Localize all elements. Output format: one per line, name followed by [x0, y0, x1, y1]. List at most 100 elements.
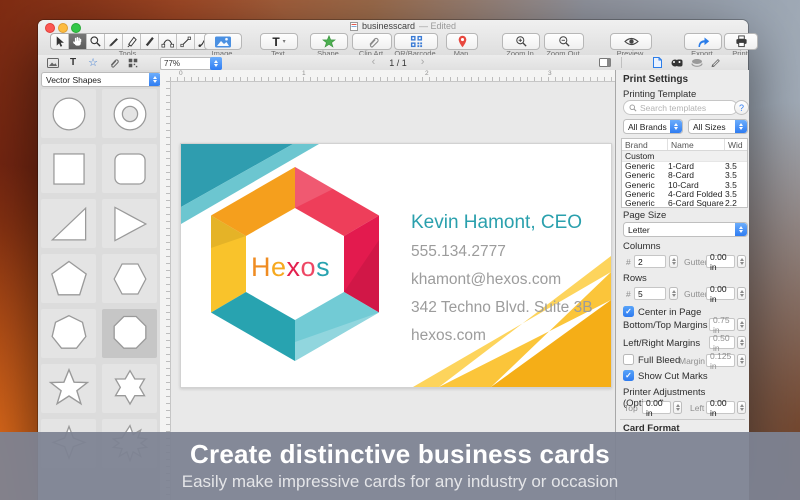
full-bleed-margin-stepper[interactable]: [737, 354, 746, 367]
card-artwork: Hexos Kevin Hamont, CEO 555.134.2777 kha…: [181, 144, 611, 387]
full-bleed-margin-value: 0.125 in: [710, 350, 732, 371]
shape-circle[interactable]: [41, 89, 96, 138]
left-right-margins-field[interactable]: 0.50 in: [709, 333, 735, 353]
shape-square[interactable]: [41, 144, 96, 193]
show-cut-marks-checkbox[interactable]: ✓: [623, 370, 634, 381]
shape-octagon[interactable]: [102, 309, 157, 358]
zoom-level-dropdown-button[interactable]: [210, 56, 222, 70]
marker-tool-icon[interactable]: [141, 34, 159, 49]
full-bleed-margin-field[interactable]: 0.125 in: [706, 351, 735, 371]
banner-title: Create distinctive business cards: [190, 439, 610, 469]
panel-toggle-icon[interactable]: [598, 56, 612, 69]
export-button[interactable]: [684, 33, 722, 50]
columns-gutter-field[interactable]: 0.00 in: [706, 252, 735, 272]
pen-tool-icon[interactable]: [123, 34, 141, 49]
template-table-row[interactable]: Generic 4-Card Folded 3.5: [622, 189, 747, 199]
insert-shape-icon[interactable]: ☆: [86, 56, 100, 69]
shape-hexagon[interactable]: [102, 254, 157, 303]
shape-pentagon[interactable]: [41, 254, 96, 303]
clip-art-button[interactable]: [352, 33, 392, 50]
card-phone: 555.134.2777: [411, 243, 506, 260]
shape-donut[interactable]: [102, 89, 157, 138]
banner-subtitle: Easily make impressive cards for any ind…: [181, 472, 619, 491]
zoom-level-field[interactable]: 77%: [160, 56, 212, 70]
zoom-window-button[interactable]: [71, 23, 81, 33]
insert-image-icon[interactable]: [46, 56, 60, 69]
layers-tab-icon[interactable]: [690, 56, 704, 69]
select-tool-icon[interactable]: [51, 34, 69, 49]
minimize-window-button[interactable]: [58, 23, 68, 33]
checkmark-icon: ✓: [625, 371, 632, 380]
zoom-tool-icon[interactable]: [87, 34, 105, 49]
bezier-tool-icon[interactable]: [159, 34, 177, 49]
template-search-input[interactable]: Search templates: [623, 100, 738, 115]
image-button[interactable]: [204, 33, 242, 50]
window-title: businesscard — Edited: [293, 21, 513, 31]
shape-library-dropdown-value: Vector Shapes: [46, 74, 102, 85]
insert-text-icon[interactable]: T: [66, 56, 80, 69]
rows-gutter-field[interactable]: 0.00 in: [706, 284, 735, 304]
rows-count-field[interactable]: 5: [634, 287, 666, 300]
clip-art-tab-icon[interactable]: [670, 56, 684, 69]
shape-library-dropdown[interactable]: Vector Shapes: [41, 72, 162, 87]
shape-button[interactable]: [310, 33, 348, 50]
pencil-tool-icon[interactable]: [105, 34, 123, 49]
bottom-top-margins-field[interactable]: 0.75 in: [709, 315, 735, 335]
zoom-out-button[interactable]: [544, 33, 584, 50]
edit-tab-icon[interactable]: [708, 56, 722, 69]
brands-dropdown[interactable]: All Brands: [623, 119, 683, 134]
shape-triangle[interactable]: [102, 199, 157, 248]
adjust-left-field[interactable]: 0.00 in: [706, 398, 735, 418]
template-table-row[interactable]: Generic 1-Card 3.5: [622, 161, 747, 171]
rows-gutter-stepper[interactable]: [737, 287, 746, 300]
left-right-margins-stepper[interactable]: [737, 336, 746, 349]
insert-clip-art-icon[interactable]: [106, 56, 120, 69]
zoom-in-button[interactable]: [502, 33, 540, 50]
columns-count-field[interactable]: 2: [634, 255, 666, 268]
bottom-top-margins-stepper[interactable]: [737, 318, 746, 331]
previous-page-icon[interactable]: ‹: [372, 57, 376, 68]
map-button[interactable]: [446, 33, 478, 50]
col-brand[interactable]: Brand: [622, 139, 668, 150]
col-name[interactable]: Name: [668, 139, 725, 150]
shape-heptagon[interactable]: [41, 309, 96, 358]
business-card[interactable]: Hexos Kevin Hamont, CEO 555.134.2777 kha…: [180, 143, 612, 388]
adjust-top-stepper[interactable]: [673, 401, 682, 414]
template-table-row[interactable]: Generic 6-Card Square 2.2: [622, 198, 747, 207]
sizes-dropdown[interactable]: All Sizes: [688, 119, 748, 134]
next-page-icon[interactable]: ›: [421, 57, 425, 68]
center-in-page-checkbox[interactable]: ✓: [623, 306, 634, 317]
adjust-top-field[interactable]: 0.00 in: [642, 398, 671, 418]
page-size-dropdown[interactable]: Letter: [623, 222, 748, 237]
insert-qr-icon[interactable]: [126, 56, 140, 69]
shape-star-5[interactable]: [41, 364, 96, 413]
rows-count-stepper[interactable]: [669, 287, 678, 300]
preview-button[interactable]: [610, 33, 652, 50]
full-bleed-checkbox[interactable]: [623, 354, 634, 365]
checkmark-icon: ✓: [625, 307, 632, 316]
line-tool-icon[interactable]: [177, 34, 195, 49]
shape-rounded-square[interactable]: [102, 144, 157, 193]
columns-gutter-stepper[interactable]: [737, 255, 746, 268]
sizes-dropdown-value: All Sizes: [693, 121, 726, 132]
rows-number-sign: #: [626, 289, 631, 299]
qr-barcode-button[interactable]: [394, 33, 438, 50]
page-size-value: Letter: [628, 224, 650, 235]
pan-tool-icon[interactable]: [69, 34, 87, 49]
print-button[interactable]: [724, 33, 758, 50]
shape-star-6[interactable]: [102, 364, 157, 413]
columns-count-stepper[interactable]: [669, 255, 678, 268]
panel-title: Print Settings: [623, 74, 689, 85]
card-name: Kevin Hamont, CEO: [411, 212, 582, 233]
text-button[interactable]: T ▾: [260, 33, 298, 50]
col-width[interactable]: Wid: [725, 139, 743, 150]
template-table-row[interactable]: Generic 8-Card 3.5: [622, 170, 747, 180]
adjust-left-stepper[interactable]: [737, 401, 746, 414]
close-window-button[interactable]: [45, 23, 55, 33]
template-table-row[interactable]: Generic 10-Card 3.5: [622, 180, 747, 190]
columns-gutter-label: Gutter: [684, 257, 708, 267]
table-group-row[interactable]: Custom: [622, 151, 747, 162]
help-button[interactable]: ?: [734, 100, 749, 115]
shape-right-triangle[interactable]: [41, 199, 96, 248]
document-tab-icon[interactable]: [650, 56, 664, 69]
